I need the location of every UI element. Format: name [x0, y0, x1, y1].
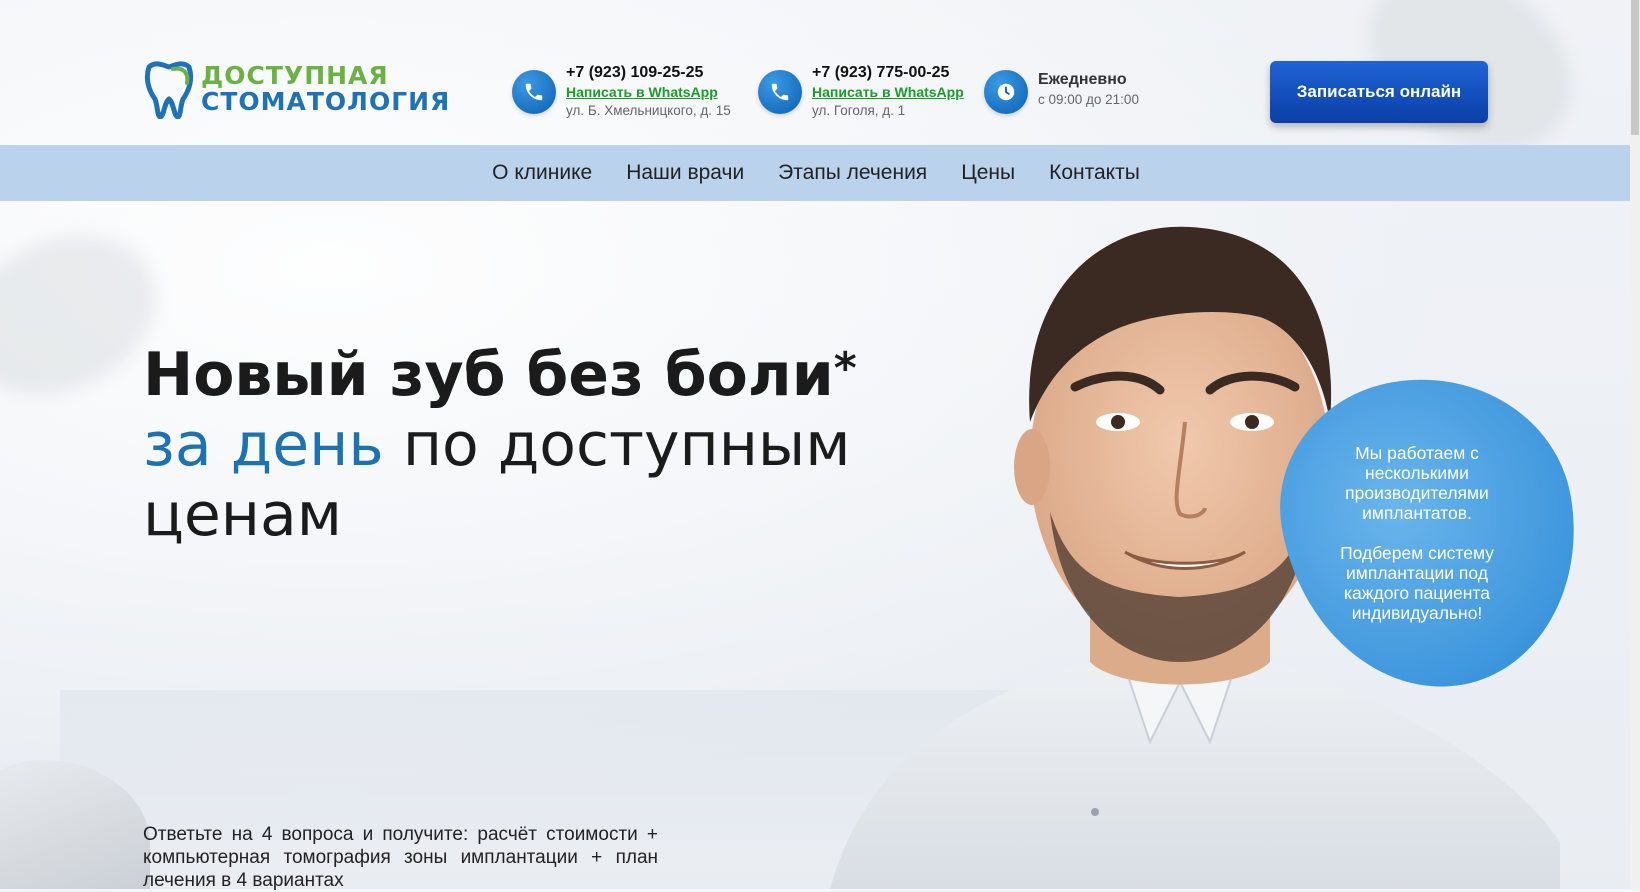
hero-title-blue: за день — [143, 410, 384, 480]
phone-icon[interactable] — [512, 70, 556, 114]
site-header: ДОСТУПНАЯ СТОМАТОЛОГИЯ +7 (923) 109-25-2… — [0, 0, 1630, 145]
hero-title-rest2: ценам — [143, 480, 343, 550]
whatsapp-link[interactable]: Написать в WhatsApp — [812, 82, 964, 102]
hero-title-bold: Новый зуб без боли — [143, 340, 834, 410]
contact-block-2: +7 (923) 775-00-25 Написать в WhatsApp у… — [758, 64, 964, 119]
address: ул. Гоголя, д. 1 — [812, 103, 906, 118]
info-blob-text: Мы работаем с несколькими производителям… — [1318, 443, 1516, 643]
blob-paragraph-2: Подберем систему имплантации под каждого… — [1340, 543, 1494, 623]
phone-number[interactable]: +7 (923) 109-25-25 — [566, 64, 731, 82]
logo[interactable]: ДОСТУПНАЯ СТОМАТОЛОГИЯ — [143, 58, 449, 120]
nav-item-stages[interactable]: Этапы лечения — [778, 161, 927, 185]
whatsapp-link[interactable]: Написать в WhatsApp — [566, 82, 731, 102]
clock-icon — [984, 70, 1028, 114]
scrollbar[interactable] — [1630, 0, 1640, 889]
logo-line1: ДОСТУПНАЯ — [201, 61, 389, 90]
logo-line2: СТОМАТОЛОГИЯ — [201, 87, 451, 116]
hours-block: Ежедневно с 09:00 до 21:00 — [984, 64, 1139, 114]
nav-item-contacts[interactable]: Контакты — [1049, 161, 1140, 185]
phone-icon[interactable] — [758, 70, 802, 114]
blob-paragraph-1: Мы работаем с несколькими производителям… — [1345, 443, 1489, 523]
nav-item-doctors[interactable]: Наши врачи — [626, 161, 744, 185]
main-nav: О клинике Наши врачи Этапы лечения Цены … — [0, 145, 1632, 201]
tooth-icon — [144, 61, 194, 119]
nav-item-about[interactable]: О клинике — [492, 161, 592, 185]
hero-title-star[interactable]: * — [834, 343, 857, 394]
nav-item-prices[interactable]: Цены — [961, 161, 1015, 185]
hours-title: Ежедневно — [1038, 71, 1127, 88]
contact-block-1: +7 (923) 109-25-25 Написать в WhatsApp у… — [512, 64, 731, 119]
hours-time: с 09:00 до 21:00 — [1038, 92, 1139, 107]
hero-title: Новый зуб без боли* за день по доступным… — [143, 340, 903, 550]
scrollbar-thumb[interactable] — [1631, 0, 1639, 135]
address: ул. Б. Хмельницкого, д. 15 — [566, 103, 731, 118]
hero-subtitle: Ответьте на 4 вопроса и получите: расчёт… — [143, 824, 658, 891]
book-online-button[interactable]: Записаться онлайн — [1270, 61, 1488, 123]
phone-number[interactable]: +7 (923) 775-00-25 — [812, 64, 964, 82]
hero-title-rest1: по доступным — [402, 410, 851, 480]
